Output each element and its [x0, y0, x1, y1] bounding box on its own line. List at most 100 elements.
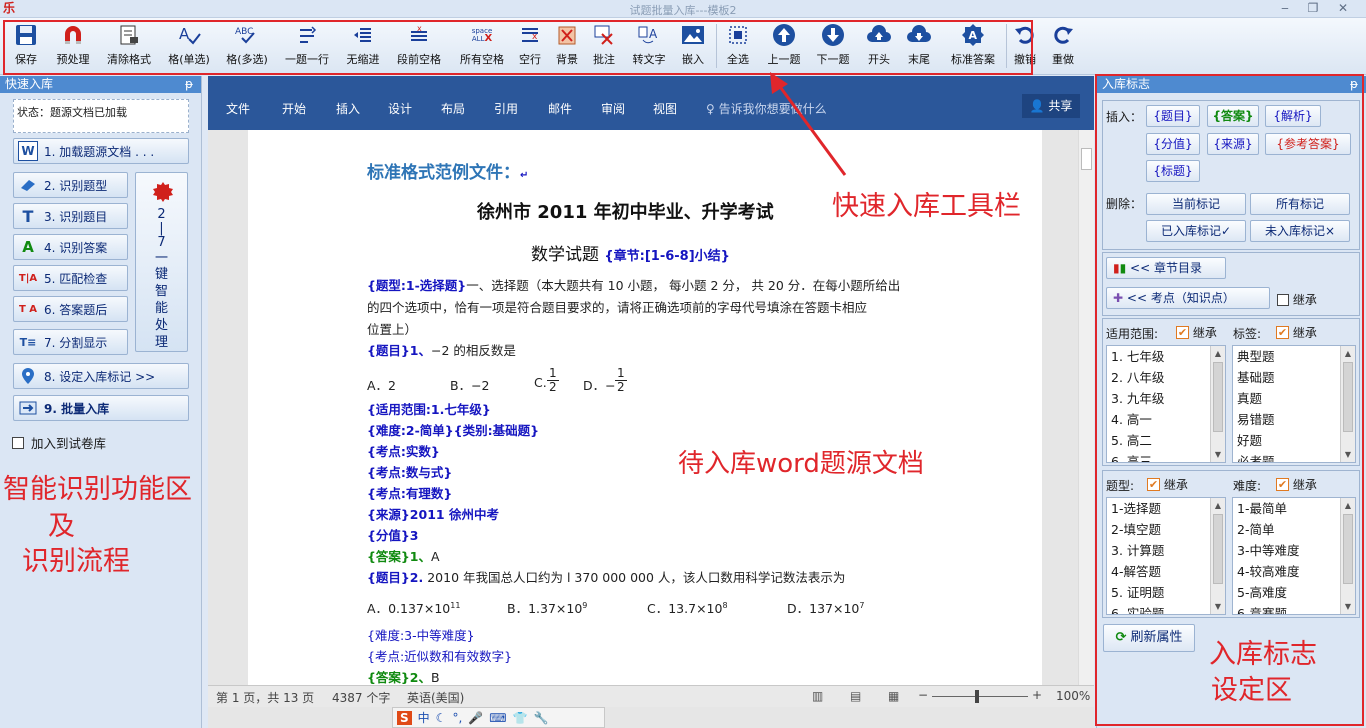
- inherit-difficulty-checkbox[interactable]: ✔ 继承: [1276, 476, 1317, 493]
- refresh-attributes-button[interactable]: ⟳ 刷新属性: [1103, 624, 1195, 652]
- list-item[interactable]: 4-较高难度: [1233, 561, 1355, 582]
- no-indent-button[interactable]: 无缩进: [342, 20, 384, 72]
- insert-question-button[interactable]: {题目}: [1146, 105, 1200, 127]
- moon-icon[interactable]: ☾: [436, 711, 447, 725]
- list-item[interactable]: 好题: [1233, 430, 1355, 451]
- insert-analysis-button[interactable]: {解析}: [1265, 105, 1321, 127]
- close-button[interactable]: ✕: [1328, 0, 1358, 18]
- list-item[interactable]: 5-高难度: [1233, 582, 1355, 603]
- step-answer-after-button[interactable]: T A 6. 答案题后: [13, 296, 128, 322]
- shirt-icon[interactable]: 👕: [513, 711, 528, 725]
- to-text-button[interactable]: A 转文字: [628, 20, 670, 72]
- list-item[interactable]: 3-中等难度: [1233, 540, 1355, 561]
- clear-format-button[interactable]: 清除格式: [102, 20, 156, 72]
- list-item[interactable]: 1-最简单: [1233, 498, 1355, 519]
- inherit-scope-checkbox[interactable]: ✔ 继承: [1176, 324, 1217, 341]
- undo-button[interactable]: 撤销: [1010, 20, 1040, 72]
- load-document-button[interactable]: W 1. 加载题源文档 . . .: [13, 138, 189, 164]
- insert-answer-button[interactable]: {答案}: [1207, 105, 1259, 127]
- insert-score-button[interactable]: {分值}: [1146, 133, 1200, 155]
- inherit-knowledge-checkbox[interactable]: 继承: [1277, 291, 1317, 308]
- list-item[interactable]: 2-简单: [1233, 519, 1355, 540]
- share-button[interactable]: 👤 共享: [1022, 94, 1080, 118]
- pin-icon[interactable]: ᵽ: [185, 76, 193, 93]
- print-layout-icon[interactable]: ▤: [850, 689, 861, 703]
- batch-import-button[interactable]: 9. 批量入库: [13, 395, 189, 421]
- list-item[interactable]: 6. 实验题: [1107, 603, 1225, 614]
- restore-button[interactable]: ❐: [1298, 0, 1328, 18]
- keyboard-icon[interactable]: ⌨: [489, 711, 506, 725]
- list-scrollbar[interactable]: ▲ ▼: [1340, 346, 1355, 462]
- zoom-in-icon[interactable]: +: [1032, 688, 1042, 702]
- go-start-button[interactable]: 开头: [864, 20, 894, 72]
- type-list[interactable]: 1-选择题 2-填空题 3. 计算题 4-解答题 5. 证明题 6. 实验题 ▲…: [1106, 497, 1226, 615]
- list-item[interactable]: 2. 八年级: [1107, 367, 1225, 388]
- sogou-logo-icon[interactable]: S: [397, 710, 412, 725]
- next-question-button[interactable]: 下一题: [812, 20, 854, 72]
- scope-list[interactable]: 1. 七年级 2. 八年级 3. 九年级 4. 高一 5. 高二 6. 高三 ▲…: [1106, 345, 1226, 463]
- punctuation-icon[interactable]: °,: [452, 711, 462, 725]
- delete-imported-marks-button[interactable]: 已入库标记✓: [1146, 220, 1246, 242]
- tab-design[interactable]: 设计: [388, 100, 412, 117]
- scroll-thumb[interactable]: [1081, 148, 1092, 170]
- list-item[interactable]: 易错题: [1233, 409, 1355, 430]
- wrench-icon[interactable]: 🔧: [534, 711, 549, 725]
- all-spaces-button[interactable]: space ALLX 所有空格: [454, 20, 510, 72]
- save-button[interactable]: 保存: [8, 20, 44, 72]
- list-item[interactable]: 6-竞赛题: [1233, 603, 1355, 614]
- list-item[interactable]: 2-填空题: [1107, 519, 1225, 540]
- step-identify-answer-button[interactable]: A 4. 识别答案: [13, 234, 128, 260]
- prev-question-button[interactable]: 上一题: [764, 20, 804, 72]
- list-item[interactable]: 5. 证明题: [1107, 582, 1225, 603]
- list-item[interactable]: 1-选择题: [1107, 498, 1225, 519]
- step-split-display-button[interactable]: T≡ 7. 分割显示: [13, 329, 128, 355]
- zoom-out-icon[interactable]: −: [918, 688, 928, 702]
- delete-all-marks-button[interactable]: 所有标记: [1250, 193, 1350, 215]
- tab-references[interactable]: 引用: [494, 100, 518, 117]
- tab-mailings[interactable]: 邮件: [548, 100, 572, 117]
- step-match-check-button[interactable]: T|A 5. 匹配检查: [13, 265, 128, 291]
- list-item[interactable]: 1. 七年级: [1107, 346, 1225, 367]
- list-scrollbar[interactable]: ▲ ▼: [1210, 498, 1225, 614]
- embed-button[interactable]: 嵌入: [678, 20, 708, 72]
- insert-reference-answer-button[interactable]: {参考答案}: [1265, 133, 1351, 155]
- tab-insert[interactable]: 插入: [336, 100, 360, 117]
- minimize-button[interactable]: ‒: [1270, 0, 1300, 18]
- preprocess-button[interactable]: 预处理: [50, 20, 96, 72]
- list-scrollbar[interactable]: ▲ ▼: [1210, 346, 1225, 462]
- tab-home[interactable]: 开始: [282, 100, 306, 117]
- document-scrollbar[interactable]: [1078, 130, 1094, 685]
- delete-unimported-marks-button[interactable]: 未入库标记×: [1250, 220, 1350, 242]
- list-item[interactable]: 6. 高三: [1107, 451, 1225, 462]
- checkmark-icon[interactable]: ✔: [1147, 478, 1160, 491]
- list-item[interactable]: 3. 计算题: [1107, 540, 1225, 561]
- list-item[interactable]: 典型题: [1233, 346, 1355, 367]
- zoom-slider[interactable]: [932, 696, 1028, 697]
- empty-lines-button[interactable]: x 空行: [514, 20, 546, 72]
- select-all-button[interactable]: 全选: [722, 20, 754, 72]
- checkmark-icon[interactable]: ✔: [1176, 326, 1189, 339]
- go-end-button[interactable]: 末尾: [904, 20, 934, 72]
- list-item[interactable]: 5. 高二: [1107, 430, 1225, 451]
- inherit-type-checkbox[interactable]: ✔ 继承: [1147, 476, 1188, 493]
- inherit-tag-checkbox[interactable]: ✔ 继承: [1276, 324, 1317, 341]
- tag-list[interactable]: 典型题 基础题 真题 易错题 好题 必考题 ▲ ▼: [1232, 345, 1356, 463]
- set-marks-button[interactable]: 8. 设定入库标记 >>: [13, 363, 189, 389]
- list-item[interactable]: 4-解答题: [1107, 561, 1225, 582]
- tab-layout[interactable]: 布局: [441, 100, 465, 117]
- redo-button[interactable]: 重做: [1048, 20, 1078, 72]
- list-scrollbar[interactable]: ▲ ▼: [1340, 498, 1355, 614]
- chapter-catalog-button[interactable]: ▮▮ << 章节目录: [1106, 257, 1226, 279]
- tab-view[interactable]: 视图: [653, 100, 677, 117]
- difficulty-list[interactable]: 1-最简单 2-简单 3-中等难度 4-较高难度 5-高难度 6-竞赛题 ▲ ▼: [1232, 497, 1356, 615]
- checkbox-unchecked[interactable]: [12, 436, 24, 449]
- list-item[interactable]: 必考题: [1233, 451, 1355, 462]
- leading-space-button[interactable]: x 段前空格: [392, 20, 446, 72]
- checkmark-icon[interactable]: ✔: [1276, 326, 1289, 339]
- tab-review[interactable]: 审阅: [601, 100, 625, 117]
- format-multi-button[interactable]: ABC 格(多选): [222, 20, 272, 72]
- list-item[interactable]: 基础题: [1233, 367, 1355, 388]
- web-layout-icon[interactable]: ▦: [888, 689, 899, 703]
- format-single-button[interactable]: A 格(单选): [164, 20, 214, 72]
- tab-file[interactable]: 文件: [226, 100, 250, 117]
